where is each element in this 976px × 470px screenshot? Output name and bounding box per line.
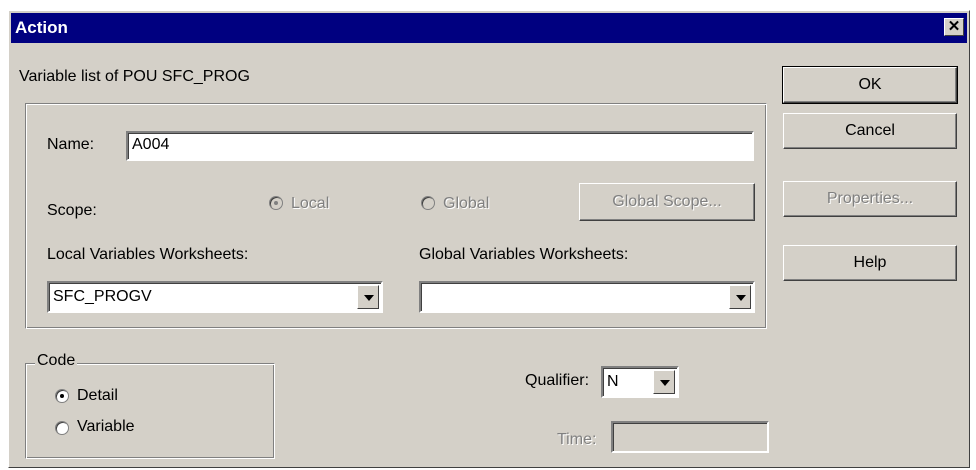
qualifier-select[interactable]: N	[601, 366, 679, 398]
window-title: Action	[15, 18, 68, 37]
ok-button[interactable]: OK	[782, 66, 958, 104]
scope-global-radio[interactable]	[421, 196, 435, 210]
title-bar[interactable]: Action ✕	[11, 13, 967, 43]
chevron-down-icon[interactable]	[729, 285, 751, 309]
cancel-button[interactable]: Cancel	[783, 113, 957, 149]
chevron-down-icon[interactable]	[653, 370, 675, 394]
qualifier-label: Qualifier:	[525, 372, 590, 389]
time-label: Time:	[557, 431, 597, 448]
code-detail-radio[interactable]	[55, 389, 69, 403]
close-icon[interactable]: ✕	[944, 18, 964, 36]
scope-label: Scope:	[47, 202, 97, 219]
name-label: Name:	[47, 136, 95, 153]
time-input[interactable]	[611, 421, 769, 453]
local-worksheets-value: SFC_PROGV	[53, 288, 152, 305]
global-worksheets-select[interactable]	[419, 281, 755, 313]
code-detail-label[interactable]: Detail	[77, 387, 118, 405]
help-button[interactable]: Help	[783, 245, 957, 281]
scope-global-label: Global	[443, 195, 490, 212]
code-variable-label[interactable]: Variable	[77, 418, 135, 436]
scope-local-radio[interactable]	[269, 196, 283, 210]
code-groupbox	[25, 363, 275, 459]
code-variable-radio[interactable]	[55, 421, 69, 435]
local-worksheets-label: Local Variables Worksheets:	[47, 246, 249, 263]
chevron-down-icon[interactable]	[357, 285, 379, 309]
scope-local-label: Local	[291, 195, 330, 212]
variable-list-label: Variable list of POU SFC_PROG	[19, 68, 250, 85]
global-worksheets-label: Global Variables Worksheets:	[419, 246, 629, 263]
properties-button[interactable]: Properties...	[783, 181, 957, 217]
code-group-label: Code	[35, 352, 78, 370]
qualifier-value: N	[607, 373, 619, 390]
global-scope-button[interactable]: Global Scope...	[579, 183, 755, 221]
name-input[interactable]: A004	[126, 131, 754, 161]
action-dialog: Action ✕ Variable list of POU SFC_PROG N…	[8, 10, 970, 468]
local-worksheets-select[interactable]: SFC_PROGV	[47, 281, 383, 313]
